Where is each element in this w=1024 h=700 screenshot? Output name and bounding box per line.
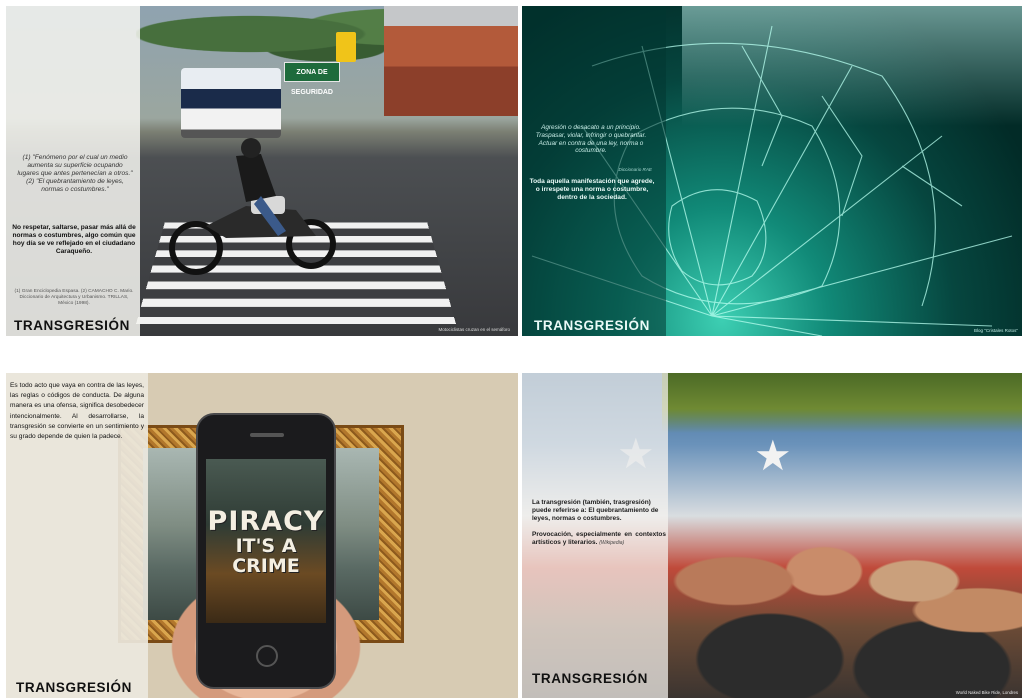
photo-credit: World Naked Bike Ride, Londres [955, 689, 1018, 695]
definition: La transgresión (también, trasgresión) p… [532, 499, 659, 522]
definition: Toda aquella manifestación que agrede, o… [529, 178, 655, 202]
home-button-icon [256, 645, 278, 667]
definition-2: Provocación, especialmente en contextos … [532, 531, 666, 547]
building [384, 6, 518, 116]
slide-title: TRANSGRESIÓN [14, 318, 130, 333]
phone-speaker [250, 433, 284, 437]
street-sign: ZONA DE SEGURIDAD [284, 62, 340, 96]
definition-2-source: (Wikipedia) [599, 539, 625, 546]
references: (1) Gran Enciclopedia Espasa. (2) CAMACH… [14, 289, 134, 306]
photo-credit: Motociclistas cruzan en el semáforo [438, 326, 510, 332]
tree-leaves [662, 373, 1022, 433]
slide-broken-glass: Agresión o desacato a un principio. Tras… [522, 6, 1022, 336]
definition: No respetar, saltarse, pasar más allá de… [12, 224, 136, 256]
smartphone-icon: PIRACY IT'S A CRIME [196, 413, 336, 689]
slide-piracy: PIRACY IT'S A CRIME Es todo acto que vay… [6, 373, 518, 698]
star-icon: ★ [754, 432, 792, 479]
bus [181, 68, 281, 138]
traffic-light [336, 32, 356, 62]
phone-screen: PIRACY IT'S A CRIME [206, 459, 326, 623]
slide-street: ZONA DE SEGURIDAD (1) "Fenómeno por el c… [6, 6, 518, 336]
slide-title: TRANSGRESIÓN [534, 318, 650, 333]
motorcycle-icon [169, 138, 336, 275]
slide-cyclists: ★ ★ La transgresión (también, trasgresió… [522, 373, 1022, 698]
slide-title: TRANSGRESIÓN [532, 671, 648, 686]
quote: (1) "Fenómeno por el cual un medio aumen… [17, 154, 133, 194]
cyclists-group [662, 503, 1022, 698]
quote-source: Diccionario RAE [618, 167, 652, 172]
photo-credit: Blog "Cristales Rotos" [974, 327, 1018, 333]
definition: Es todo acto que vaya en contra de las l… [10, 382, 144, 441]
slide-title: TRANSGRESIÓN [16, 680, 132, 695]
quote: Agresión o desacato a un principio. Tras… [535, 124, 647, 155]
piracy-title: PIRACY [207, 505, 325, 537]
piracy-subtitle: IT'S A CRIME [232, 534, 300, 577]
